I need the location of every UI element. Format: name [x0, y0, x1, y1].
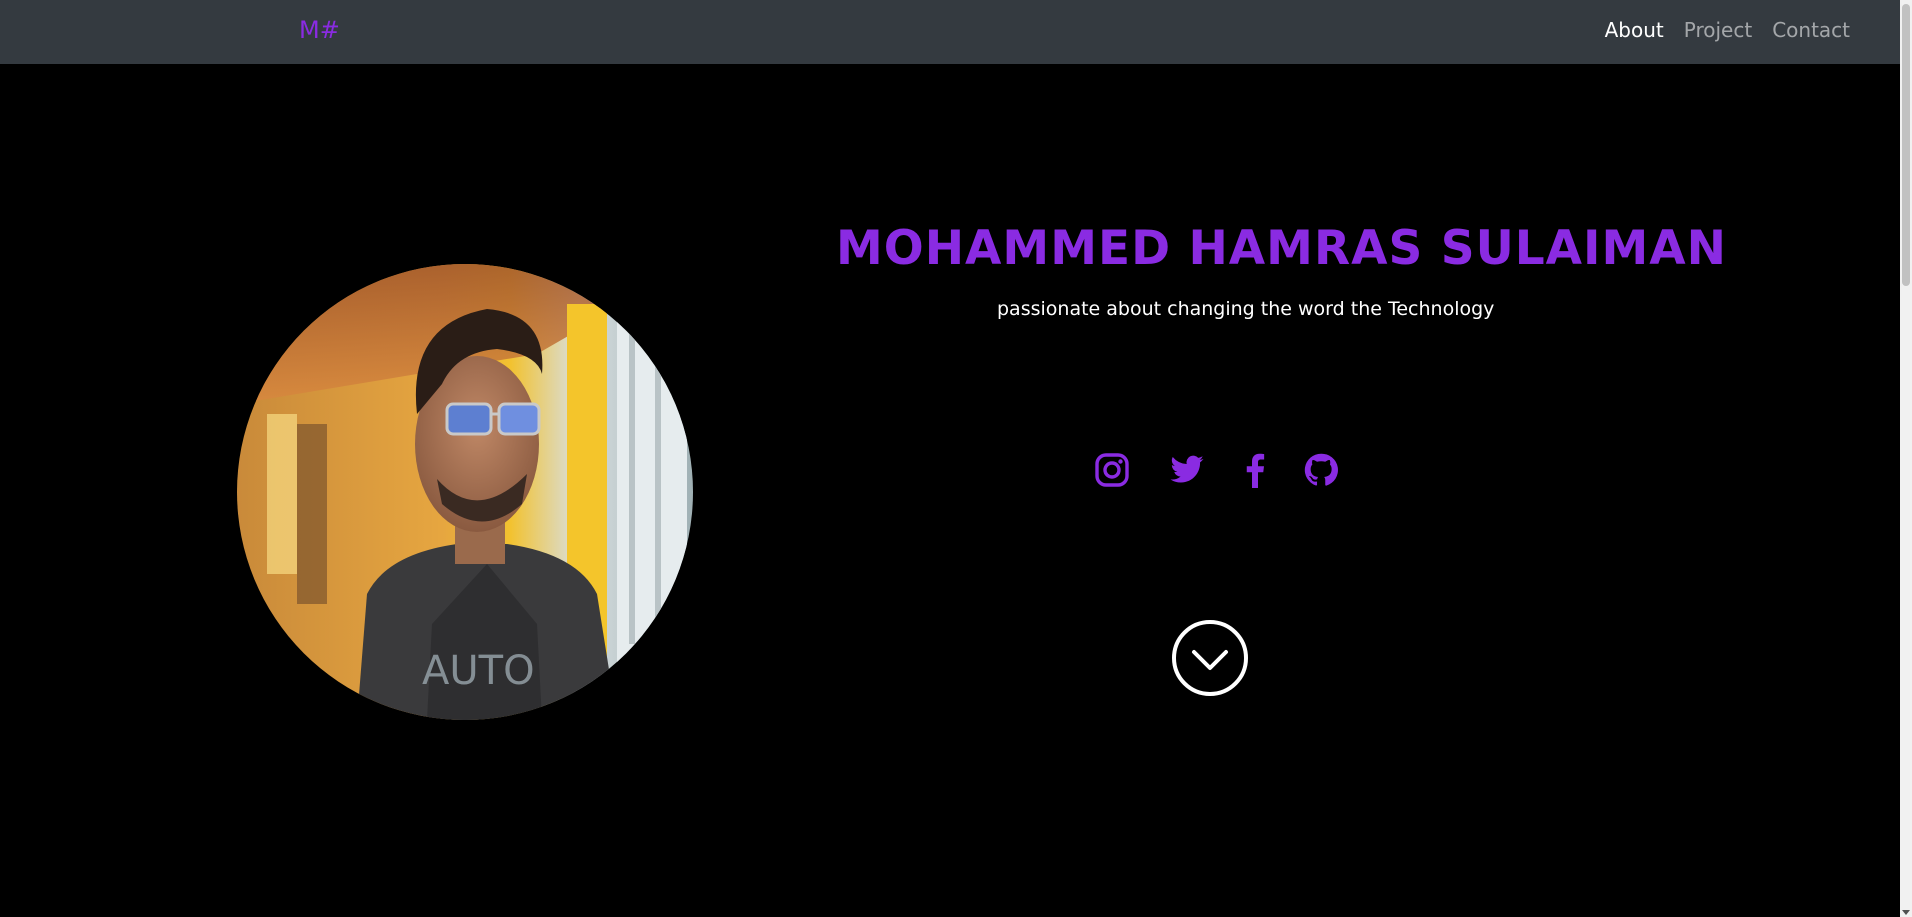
facebook-link[interactable] — [1244, 452, 1266, 488]
instagram-link[interactable] — [1094, 452, 1130, 488]
scrollbar[interactable] — [1900, 0, 1912, 917]
chevron-down-icon — [1192, 650, 1228, 670]
scrollbar-thumb[interactable] — [1902, 4, 1910, 286]
hero-name: MOHAMMED HAMRAS SULAIMAN — [836, 221, 1728, 276]
github-icon — [1304, 453, 1338, 486]
social-links — [1094, 452, 1376, 488]
page: M# About Project Contact AUTO MOHAMMED H… — [0, 0, 1912, 917]
navbar: M# About Project Contact — [0, 0, 1900, 64]
profile-photo: AUTO — [237, 264, 693, 720]
nav-link-about[interactable]: About — [1605, 18, 1664, 42]
nav-links: About Project Contact — [1605, 18, 1850, 42]
nav-link-contact[interactable]: Contact — [1772, 18, 1850, 42]
hero-tagline: passionate about changing the word the T… — [997, 298, 1495, 320]
scroll-down-button[interactable] — [1172, 620, 1248, 696]
facebook-icon — [1246, 453, 1265, 488]
twitter-link[interactable] — [1168, 452, 1206, 488]
github-link[interactable] — [1304, 453, 1338, 487]
brand-logo[interactable]: M# — [299, 16, 340, 44]
svg-text:AUTO: AUTO — [422, 648, 535, 694]
scrollbar-down-arrow[interactable] — [1902, 910, 1910, 915]
twitter-icon — [1170, 455, 1204, 483]
nav-link-project[interactable]: Project — [1684, 18, 1752, 42]
instagram-icon — [1095, 453, 1129, 487]
profile-photo-image: AUTO — [237, 264, 693, 720]
